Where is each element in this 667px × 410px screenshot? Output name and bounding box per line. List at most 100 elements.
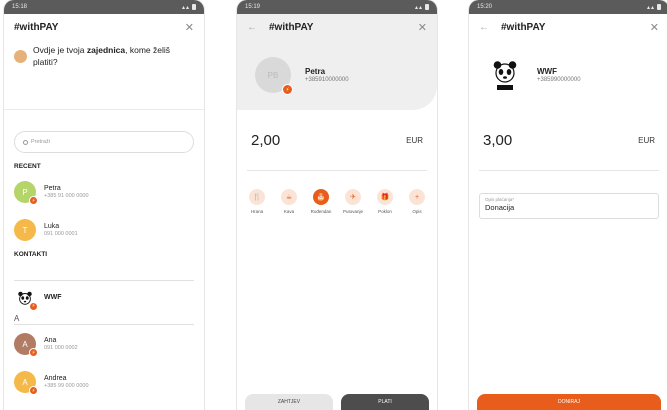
coin-icon xyxy=(14,50,27,63)
category-label: Rođendan xyxy=(310,209,332,214)
wwf-logo xyxy=(487,57,523,93)
close-icon[interactable]: ✕ xyxy=(650,21,659,34)
donation-screen: 15:20 ▴▴ ← #withPAY ✕ WWF +385990000000 … xyxy=(469,0,667,410)
status-bar: 15:18 ▴▴ xyxy=(4,0,204,14)
avatar: P ⚡ xyxy=(14,181,38,205)
status-icons: ▴▴ xyxy=(647,4,661,11)
withpay-badge-icon: ⚡ xyxy=(29,348,38,357)
amount-input[interactable]: 2,00 EUR xyxy=(237,110,437,170)
category-label: Putovanje xyxy=(342,209,363,214)
intro-message: Ovdje je tvoja zajednica, kome želiš pla… xyxy=(4,40,204,110)
contact-item-andrea[interactable]: A ⚡ Andrea +385 99 000 0000 xyxy=(4,363,204,401)
intro-text-bold: zajednica xyxy=(86,45,126,55)
recipient-phone: +385910000000 xyxy=(305,77,349,83)
category-opis[interactable]: + Opis xyxy=(405,189,429,214)
category-poklon[interactable]: 🎁 Poklon xyxy=(373,189,397,214)
plus-icon: + xyxy=(409,189,425,205)
app-header: ← #withPAY ✕ xyxy=(237,14,437,40)
battery-icon xyxy=(425,4,429,10)
page-title: #withPAY xyxy=(269,21,314,33)
contact-name: Luka xyxy=(44,223,60,230)
contact-name: Petra xyxy=(44,185,61,192)
category-putovanje[interactable]: ✈ Putovanje xyxy=(341,189,365,214)
contact-item-wwf[interactable]: ⚡ WWF xyxy=(4,281,204,314)
contact-name: Andrea xyxy=(44,375,67,382)
pay-button[interactable]: PLATI xyxy=(341,394,429,410)
panda-icon xyxy=(493,61,517,90)
currency-label: EUR xyxy=(406,135,423,145)
action-buttons: ZAHTJEV PLATI xyxy=(245,394,429,410)
recent-section-title: RECENT xyxy=(14,163,41,170)
withpay-badge-icon: ⚡ xyxy=(29,386,38,395)
contact-phone: +385 99 000 0000 xyxy=(44,383,89,389)
field-label: Opis plaćanja* xyxy=(485,197,515,202)
cake-icon: 🎂 xyxy=(313,189,329,205)
donate-button[interactable]: DONIRAJ xyxy=(477,394,661,410)
payment-description-field[interactable]: Opis plaćanja* Donacija xyxy=(479,193,659,219)
recipient-card: PB ⚡ Petra +385910000000 xyxy=(237,40,437,110)
status-time: 15:18 xyxy=(12,4,28,10)
status-icons: ▴▴ xyxy=(182,4,196,11)
signal-icon: ▴▴ xyxy=(646,4,655,11)
close-icon[interactable]: ✕ xyxy=(418,21,427,34)
recipient-card: WWF +385990000000 xyxy=(469,40,667,110)
contact-item-petra[interactable]: P ⚡ Petra +385 91 000 0000 xyxy=(4,173,204,211)
recipient-name: WWF xyxy=(537,67,557,76)
status-bar: 15:19 ▴▴ xyxy=(237,0,437,14)
status-bar: 15:20 ▴▴ xyxy=(469,0,667,14)
coffee-icon: ☕ xyxy=(281,189,297,205)
payment-screen: 15:19 ▴▴ ← #withPAY ✕ PB ⚡ Petra +385910… xyxy=(237,0,437,410)
contact-name: Ana xyxy=(44,337,57,344)
gift-icon: 🎁 xyxy=(377,189,393,205)
category-label: Hrana xyxy=(250,209,264,214)
page-title: #withPAY xyxy=(14,21,59,33)
avatar: T xyxy=(14,219,36,241)
divider xyxy=(247,170,427,171)
contact-phone: 091 000 0001 xyxy=(44,231,78,237)
status-time: 15:19 xyxy=(245,4,261,10)
back-arrow-icon[interactable]: ← xyxy=(247,22,257,33)
plane-icon: ✈ xyxy=(345,189,361,205)
contact-item-luka[interactable]: T Luka 091 000 0001 xyxy=(4,211,204,249)
withpay-badge-icon: ⚡ xyxy=(29,196,38,205)
signal-icon: ▴▴ xyxy=(414,4,423,11)
search-input[interactable]: Pretraži xyxy=(14,131,194,153)
recipient-phone: +385990000000 xyxy=(537,77,581,83)
app-header: ← #withPAY ✕ xyxy=(469,14,667,40)
amount-value: 2,00 xyxy=(251,131,281,149)
avatar: A ⚡ xyxy=(14,333,38,357)
contact-item-ana[interactable]: A ⚡ Ana 091 000 0002 xyxy=(4,325,204,363)
request-button[interactable]: ZAHTJEV xyxy=(245,394,333,410)
page-title: #withPAY xyxy=(501,21,546,33)
category-label: Kava xyxy=(283,209,295,214)
amount-value: 3,00 xyxy=(483,131,513,149)
avatar-initial: T xyxy=(22,225,28,235)
avatar: A ⚡ xyxy=(14,371,38,395)
status-time: 15:20 xyxy=(477,4,493,10)
category-list: 🍴 Hrana ☕ Kava 🎂 Rođendan ✈ Putovanje 🎁 … xyxy=(237,189,437,214)
contact-phone: 091 000 0002 xyxy=(44,345,78,351)
withpay-badge-icon: ⚡ xyxy=(29,301,38,311)
battery-icon xyxy=(657,4,661,10)
category-label: Poklon xyxy=(378,209,392,214)
back-arrow-icon[interactable]: ← xyxy=(479,22,489,33)
field-value: Donacija xyxy=(485,203,515,212)
close-icon[interactable]: ✕ xyxy=(185,21,194,34)
avatar-initial: P xyxy=(22,187,28,197)
category-hrana[interactable]: 🍴 Hrana xyxy=(245,189,269,214)
category-kava[interactable]: ☕ Kava xyxy=(277,189,301,214)
avatar-initial: A xyxy=(22,339,28,349)
category-rodendan[interactable]: 🎂 Rođendan xyxy=(309,189,333,214)
search-icon xyxy=(23,139,28,145)
battery-icon xyxy=(192,4,196,10)
alphabet-letter-a: A xyxy=(14,314,20,323)
divider xyxy=(479,170,659,171)
wwf-logo: ⚡ xyxy=(14,287,38,311)
avatar: PB ⚡ xyxy=(255,57,293,95)
contact-name: WWF xyxy=(44,294,62,301)
amount-input[interactable]: 3,00 EUR xyxy=(469,110,667,170)
avatar-initials: PB xyxy=(267,70,279,80)
signal-icon: ▴▴ xyxy=(181,4,190,11)
contacts-screen: 15:18 ▴▴ #withPAY ✕ Ovdje je tvoja zajed… xyxy=(4,0,204,410)
app-header: #withPAY ✕ xyxy=(4,14,204,40)
